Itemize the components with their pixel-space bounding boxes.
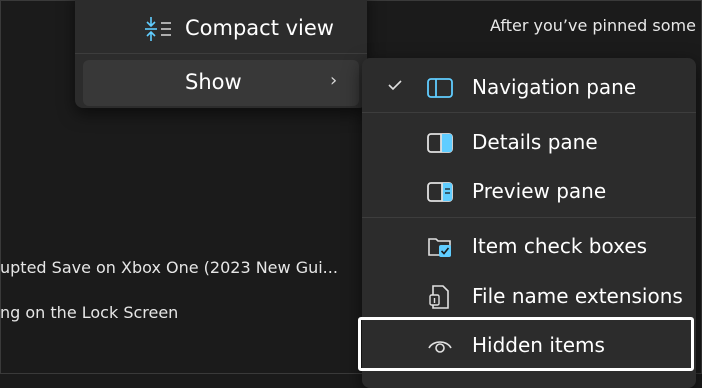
file-name-extensions-icon [429,285,449,309]
compact-view-icon [145,17,171,41]
details-pane-label: Details pane [472,130,598,154]
file-name-extensions-menu-item[interactable]: File name extensions [362,273,696,319]
navigation-pane-label: Navigation pane [472,75,637,99]
item-check-boxes-label: Item check boxes [472,234,648,258]
details-pane-icon [427,133,453,153]
quick-access-hint: After you’ve pinned some [490,16,696,35]
menu-divider [362,217,696,218]
compact-view-menu-item[interactable]: Compact view [83,6,359,52]
checkmark-icon [388,80,402,91]
compact-view-label: Compact view [185,16,334,40]
view-menu: Compact view Show › [75,0,367,108]
chevron-right-icon: › [330,70,338,91]
navigation-pane-menu-item[interactable]: Navigation pane [362,64,696,110]
preview-pane-menu-item[interactable]: Preview pane [362,168,696,214]
show-menu-item[interactable]: Show › [83,60,359,106]
file-name-extensions-label: File name extensions [472,284,683,308]
preview-pane-label: Preview pane [472,179,607,203]
file-list-item[interactable]: upted Save on Xbox One (2023 New Gui... [0,258,338,277]
file-list-item[interactable]: ng on the Lock Screen [0,303,178,322]
hidden-items-highlight [358,317,694,371]
details-pane-menu-item[interactable]: Details pane [362,119,696,165]
preview-pane-icon [427,182,453,202]
show-label: Show [185,70,242,94]
item-check-boxes-menu-item[interactable]: Item check boxes [362,223,696,269]
menu-divider [75,53,367,54]
menu-divider [362,112,696,113]
item-check-boxes-icon [428,238,451,257]
navigation-pane-icon [427,78,453,98]
